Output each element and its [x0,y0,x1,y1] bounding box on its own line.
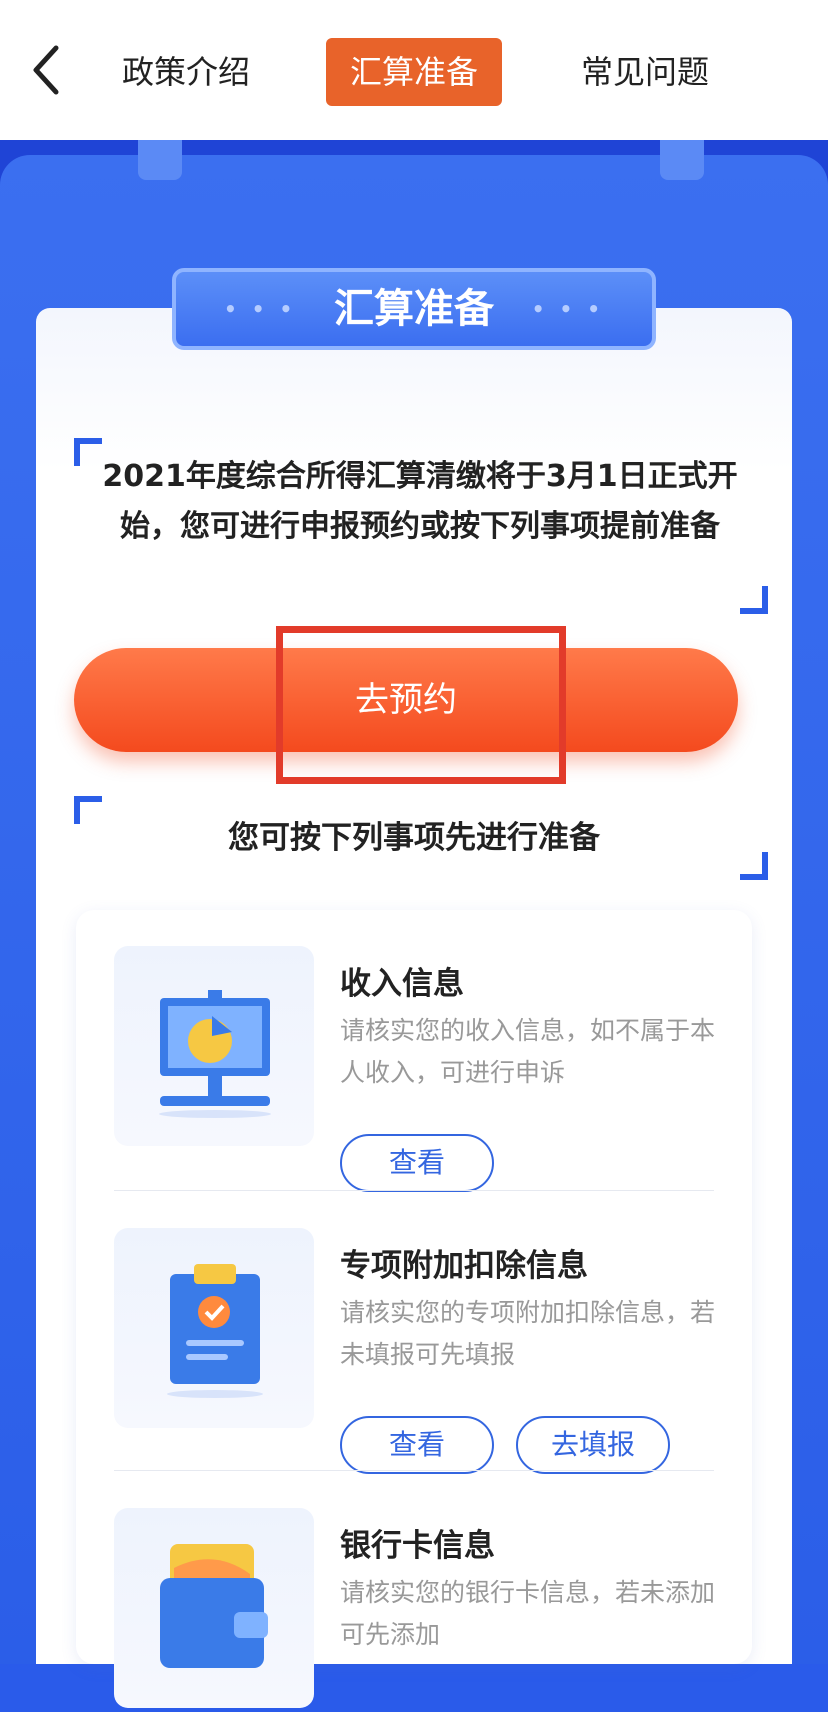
tab-settlement-prep[interactable]: 汇算准备 [326,38,502,106]
list-item-deduction: 专项附加扣除信息 请核实您的专项附加扣除信息，若未填报可先填报 查看 去填报 [114,1228,715,1474]
board-peg-left [138,140,182,180]
intro-text: 2021年度综合所得汇算清缴将于3月1日正式开始，您可进行申报预约或按下列事项提… [102,459,738,544]
list-item-bank-card: 银行卡信息 请核实您的银行卡信息，若未添加可先添加 [114,1508,715,1708]
wallet-icon [114,1508,314,1708]
item-title: 银行卡信息 [340,1528,495,1564]
item-description: 请核实您的收入信息，如不属于本人收入，可进行申诉 [340,1016,716,1087]
decorative-dots: • • • [531,297,604,321]
view-income-button[interactable]: 查看 [340,1134,494,1192]
income-chart-icon [114,946,314,1146]
view-deduction-button[interactable]: 查看 [340,1416,494,1474]
item-title: 收入信息 [340,966,464,1002]
fill-deduction-button[interactable]: 去填报 [516,1416,670,1474]
highlight-box [276,626,566,784]
panel-title: 汇算准备 [334,286,494,332]
top-nav-bar: 政策介绍 汇算准备 常见问题 [0,0,828,140]
list-item-income: 收入信息 请核实您的收入信息，如不属于本人收入，可进行申诉 查看 [114,946,715,1192]
item-title: 专项附加扣除信息 [340,1248,588,1284]
item-description: 请核实您的专项附加扣除信息，若未填报可先填报 [340,1298,716,1369]
panel-title-ribbon: • • • 汇算准备 • • • [172,268,656,350]
divider [114,1190,714,1191]
clipboard-check-icon [114,1228,314,1428]
bracket-corner-icon [740,852,768,880]
back-arrow-icon[interactable] [28,40,68,100]
divider [114,1470,714,1471]
prep-subheading: 您可按下列事项先进行准备 [228,820,600,856]
tab-policy-intro[interactable]: 政策介绍 [100,38,272,106]
prep-list: 收入信息 请核实您的收入信息，如不属于本人收入，可进行申诉 查看 专项附加扣除信… [76,910,752,1708]
item-description: 请核实您的银行卡信息，若未添加可先添加 [340,1578,716,1649]
tab-faq[interactable]: 常见问题 [560,38,730,106]
decorative-dots: • • • [224,297,297,321]
board-peg-right [660,140,704,180]
bracket-corner-icon [740,586,768,614]
